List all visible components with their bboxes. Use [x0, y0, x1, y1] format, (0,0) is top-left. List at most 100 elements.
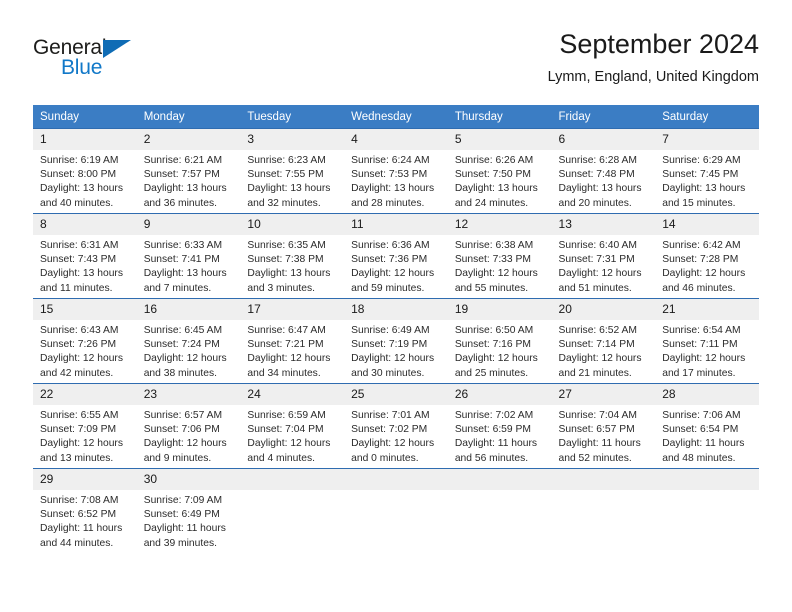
- daylight-text: Daylight: 12 hours and 25 minutes.: [454, 353, 538, 379]
- day-cell[interactable]: 19 Sunrise: 6:50 AM Sunset: 7:16 PM Dayl…: [447, 298, 552, 384]
- weekday-header-sunday: Sunday: [33, 105, 137, 129]
- day-cell[interactable]: 9 Sunrise: 6:33 AM Sunset: 7:41 PM Dayli…: [136, 213, 241, 299]
- day-cell[interactable]: 14 Sunrise: 6:42 AM Sunset: 7:28 PM Dayl…: [655, 213, 759, 299]
- daylight-text: Daylight: 12 hours and 30 minutes.: [351, 353, 435, 379]
- day-number: 23: [136, 384, 241, 405]
- weekday-header-wednesday: Wednesday: [344, 105, 448, 129]
- daylight-text: Daylight: 13 hours and 15 minutes.: [662, 183, 746, 209]
- day-cell[interactable]: 1 Sunrise: 6:19 AM Sunset: 8:00 PM Dayli…: [33, 128, 137, 214]
- daylight-text: Daylight: 13 hours and 40 minutes.: [40, 183, 123, 209]
- day-cell[interactable]: 25 Sunrise: 7:01 AM Sunset: 7:02 PM Dayl…: [344, 383, 448, 469]
- sunrise-text: Sunrise: 6:52 AM: [558, 325, 637, 336]
- day-cell[interactable]: 29 Sunrise: 7:08 AM Sunset: 6:52 PM Dayl…: [33, 468, 137, 553]
- calendar-week-row: 22 Sunrise: 6:55 AM Sunset: 7:09 PM Dayl…: [33, 383, 759, 469]
- sunset-text: Sunset: 7:45 PM: [662, 169, 739, 181]
- day-cell[interactable]: 26 Sunrise: 7:02 AM Sunset: 6:59 PM Dayl…: [447, 383, 552, 469]
- sunset-text: Sunset: 7:21 PM: [247, 339, 324, 351]
- day-details: Sunrise: 6:31 AM Sunset: 7:43 PM Dayligh…: [33, 235, 137, 296]
- generalblue-logo: General Blue: [33, 36, 203, 84]
- page-subtitle: Lymm, England, United Kingdom: [547, 69, 759, 85]
- sunrise-text: Sunrise: 6:36 AM: [351, 240, 430, 251]
- day-cell[interactable]: 20 Sunrise: 6:52 AM Sunset: 7:14 PM Dayl…: [551, 298, 656, 384]
- daylight-text: Daylight: 12 hours and 51 minutes.: [558, 268, 642, 294]
- weekday-header-thursday: Thursday: [447, 105, 552, 129]
- day-details: Sunrise: 6:26 AM Sunset: 7:50 PM Dayligh…: [448, 150, 552, 211]
- day-cell[interactable]: 22 Sunrise: 6:55 AM Sunset: 7:09 PM Dayl…: [33, 383, 137, 469]
- day-details: Sunrise: 6:21 AM Sunset: 7:57 PM Dayligh…: [137, 150, 241, 211]
- day-number: [551, 469, 656, 490]
- sunrise-text: Sunrise: 7:02 AM: [454, 410, 534, 421]
- sunrise-text: Sunrise: 6:47 AM: [247, 325, 326, 336]
- day-number: [447, 469, 552, 490]
- day-number: 3: [240, 129, 345, 150]
- day-cell[interactable]: 16 Sunrise: 6:45 AM Sunset: 7:24 PM Dayl…: [136, 298, 241, 384]
- sunset-text: Sunset: 7:09 PM: [40, 424, 117, 436]
- day-cell[interactable]: 8 Sunrise: 6:31 AM Sunset: 7:43 PM Dayli…: [33, 213, 137, 299]
- day-cell[interactable]: 7 Sunrise: 6:29 AM Sunset: 7:45 PM Dayli…: [655, 128, 759, 214]
- day-cell[interactable]: 10 Sunrise: 6:35 AM Sunset: 7:38 PM Dayl…: [240, 213, 345, 299]
- day-number: 29: [33, 469, 137, 490]
- day-cell[interactable]: 21 Sunrise: 6:54 AM Sunset: 7:11 PM Dayl…: [655, 298, 759, 384]
- sunset-text: Sunset: 7:38 PM: [247, 254, 324, 266]
- day-cell[interactable]: 15 Sunrise: 6:43 AM Sunset: 7:26 PM Dayl…: [33, 298, 137, 384]
- day-cell[interactable]: 3 Sunrise: 6:23 AM Sunset: 7:55 PM Dayli…: [240, 128, 345, 214]
- sunrise-text: Sunrise: 6:42 AM: [662, 240, 741, 251]
- day-cell[interactable]: 5 Sunrise: 6:26 AM Sunset: 7:50 PM Dayli…: [447, 128, 552, 214]
- sunrise-text: Sunrise: 6:40 AM: [558, 240, 637, 251]
- daylight-text: Daylight: 12 hours and 42 minutes.: [40, 353, 123, 379]
- day-number: 19: [447, 299, 552, 320]
- day-cell[interactable]: 27 Sunrise: 7:04 AM Sunset: 6:57 PM Dayl…: [551, 383, 656, 469]
- day-cell[interactable]: 2 Sunrise: 6:21 AM Sunset: 7:57 PM Dayli…: [136, 128, 241, 214]
- sunrise-text: Sunrise: 6:59 AM: [247, 410, 326, 421]
- day-cell[interactable]: 17 Sunrise: 6:47 AM Sunset: 7:21 PM Dayl…: [240, 298, 345, 384]
- day-cell-empty: [240, 468, 345, 553]
- daylight-text: Daylight: 11 hours and 39 minutes.: [143, 523, 226, 549]
- daylight-text: Daylight: 12 hours and 46 minutes.: [662, 268, 746, 294]
- sunset-text: Sunset: 7:04 PM: [247, 424, 324, 436]
- weekday-header-friday: Friday: [551, 105, 656, 129]
- sunrise-text: Sunrise: 7:08 AM: [40, 495, 119, 506]
- day-cell[interactable]: 12 Sunrise: 6:38 AM Sunset: 7:33 PM Dayl…: [447, 213, 552, 299]
- sunset-text: Sunset: 6:59 PM: [454, 424, 531, 436]
- day-details: Sunrise: 6:55 AM Sunset: 7:09 PM Dayligh…: [33, 405, 137, 466]
- sunrise-text: Sunrise: 6:21 AM: [143, 155, 223, 166]
- sunset-text: Sunset: 7:31 PM: [558, 254, 635, 266]
- day-cell[interactable]: 4 Sunrise: 6:24 AM Sunset: 7:53 PM Dayli…: [344, 128, 448, 214]
- weekday-header-monday: Monday: [136, 105, 241, 129]
- day-number: 30: [136, 469, 241, 490]
- weekday-header-tuesday: Tuesday: [240, 105, 345, 129]
- sunrise-text: Sunrise: 6:19 AM: [40, 155, 119, 166]
- sunset-text: Sunset: 7:19 PM: [351, 339, 428, 351]
- day-details: Sunrise: 6:33 AM Sunset: 7:41 PM Dayligh…: [137, 235, 241, 296]
- sunrise-text: Sunrise: 6:54 AM: [662, 325, 741, 336]
- day-cell[interactable]: 28 Sunrise: 7:06 AM Sunset: 6:54 PM Dayl…: [655, 383, 759, 469]
- day-cell[interactable]: 30 Sunrise: 7:09 AM Sunset: 6:49 PM Dayl…: [136, 468, 241, 553]
- day-number: 20: [551, 299, 656, 320]
- day-cell[interactable]: 6 Sunrise: 6:28 AM Sunset: 7:48 PM Dayli…: [551, 128, 656, 214]
- daylight-text: Daylight: 13 hours and 7 minutes.: [143, 268, 227, 294]
- sunrise-text: Sunrise: 6:35 AM: [247, 240, 326, 251]
- calendar-week-row: 15 Sunrise: 6:43 AM Sunset: 7:26 PM Dayl…: [33, 298, 759, 384]
- daylight-text: Daylight: 12 hours and 21 minutes.: [558, 353, 642, 379]
- day-details: Sunrise: 6:36 AM Sunset: 7:36 PM Dayligh…: [344, 235, 448, 296]
- sunrise-text: Sunrise: 7:09 AM: [143, 495, 223, 506]
- sunrise-text: Sunrise: 6:29 AM: [662, 155, 741, 166]
- logo-triangle-icon: [103, 40, 131, 58]
- day-details: Sunrise: 6:45 AM Sunset: 7:24 PM Dayligh…: [137, 320, 241, 381]
- calendar-header-row: Sunday Monday Tuesday Wednesday Thursday…: [33, 105, 759, 129]
- day-cell[interactable]: 23 Sunrise: 6:57 AM Sunset: 7:06 PM Dayl…: [136, 383, 241, 469]
- day-details: Sunrise: 6:43 AM Sunset: 7:26 PM Dayligh…: [33, 320, 137, 381]
- day-details: Sunrise: 6:47 AM Sunset: 7:21 PM Dayligh…: [240, 320, 344, 381]
- day-cell[interactable]: 11 Sunrise: 6:36 AM Sunset: 7:36 PM Dayl…: [344, 213, 448, 299]
- sunrise-text: Sunrise: 6:28 AM: [558, 155, 637, 166]
- day-details: Sunrise: 6:54 AM Sunset: 7:11 PM Dayligh…: [655, 320, 759, 381]
- day-cell[interactable]: 24 Sunrise: 6:59 AM Sunset: 7:04 PM Dayl…: [240, 383, 345, 469]
- calendar-table: Sunday Monday Tuesday Wednesday Thursday…: [33, 105, 759, 553]
- day-cell[interactable]: 18 Sunrise: 6:49 AM Sunset: 7:19 PM Dayl…: [344, 298, 448, 384]
- sunrise-text: Sunrise: 6:55 AM: [40, 410, 119, 421]
- day-details: Sunrise: 6:38 AM Sunset: 7:33 PM Dayligh…: [448, 235, 552, 296]
- daylight-text: Daylight: 12 hours and 9 minutes.: [143, 438, 227, 464]
- sunset-text: Sunset: 7:55 PM: [247, 169, 324, 181]
- day-cell[interactable]: 13 Sunrise: 6:40 AM Sunset: 7:31 PM Dayl…: [551, 213, 656, 299]
- title-block: September 2024 Lymm, England, United Kin…: [548, 28, 759, 86]
